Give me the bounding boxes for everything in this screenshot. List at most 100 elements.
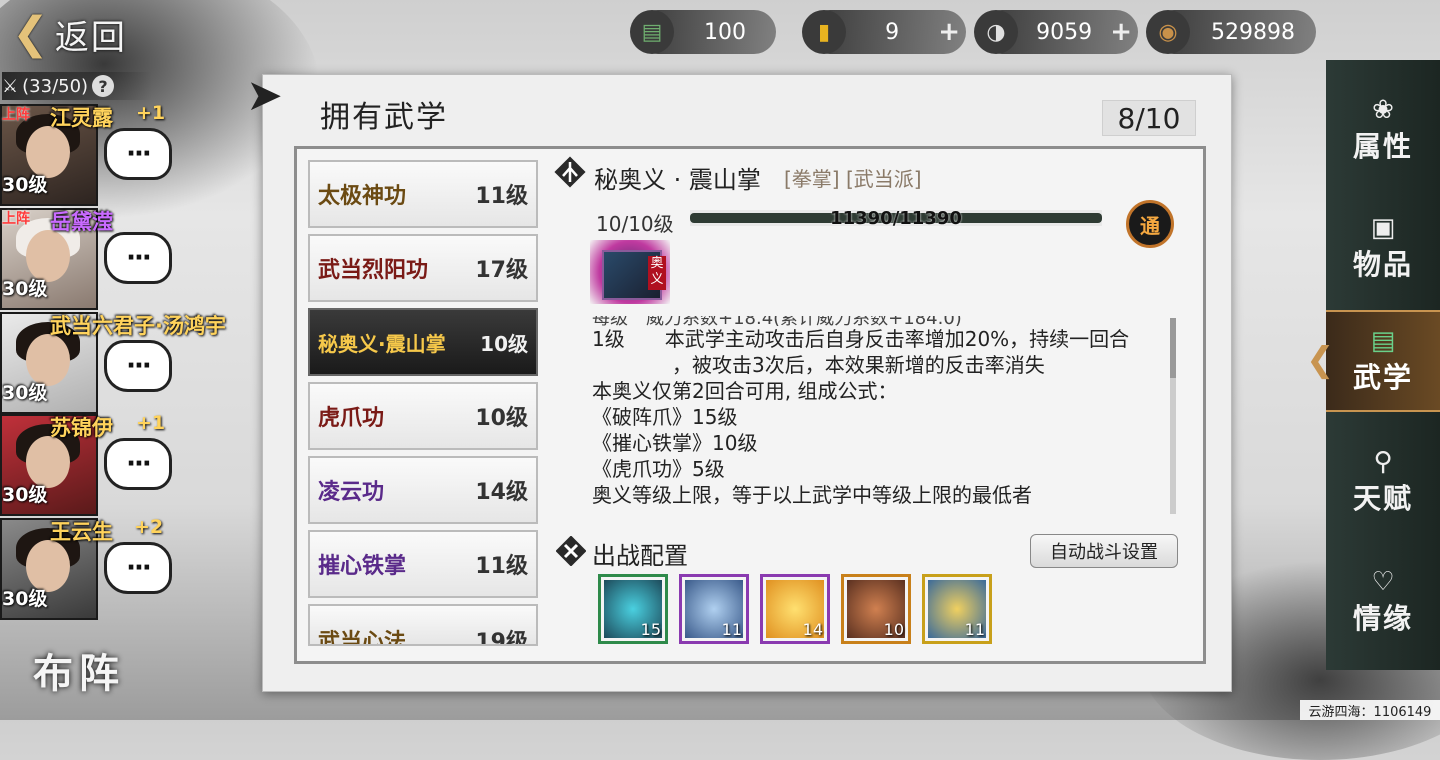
skill-list-item[interactable]: 凌云功 14级 bbox=[308, 456, 538, 524]
currency-silver: ◑ 9059 + bbox=[974, 10, 1138, 54]
nav-label: 情缘 bbox=[1352, 602, 1413, 635]
auto-battle-settings-button[interactable]: 自动战斗设置 bbox=[1030, 534, 1178, 568]
skill-level-progress: 10/10级 bbox=[596, 212, 674, 236]
dart-decoration-icon: ➤ bbox=[246, 70, 283, 121]
hero-card[interactable]: 上阵 岳黛滢 30级 ··· bbox=[0, 204, 270, 310]
desc-line: 《虎爪功》5级 bbox=[592, 457, 725, 481]
gold-bar-icon: ▮ bbox=[802, 10, 846, 54]
desc-line: ，被攻击3次后，本效果新增的反击率消失 bbox=[592, 353, 1045, 377]
coin-icon: ◉ bbox=[1146, 10, 1190, 54]
nav-relationships[interactable]: ♡ 情缘 bbox=[1326, 560, 1440, 644]
chat-bubble-icon[interactable]: ··· bbox=[104, 438, 172, 490]
skill-level: 11级 bbox=[475, 184, 528, 209]
chat-bubble-icon[interactable]: ··· bbox=[104, 128, 172, 180]
on-team-badge: 上阵 bbox=[2, 211, 30, 227]
skill-name: 太极神功 bbox=[318, 184, 407, 209]
breakthrough-button[interactable]: 通 bbox=[1126, 200, 1174, 248]
add-gold-button[interactable]: + bbox=[938, 17, 960, 47]
nav-martial-arts[interactable]: ▤ 武学 bbox=[1326, 310, 1440, 412]
skill-level: 10级 bbox=[480, 331, 528, 356]
party-icon: ⚔ bbox=[2, 75, 19, 97]
hero-name: 岳黛滢 bbox=[50, 210, 113, 234]
hero-card[interactable]: 上阵 江灵露 +1 30级 ··· bbox=[0, 100, 270, 206]
back-button[interactable]: ❮ 返回 bbox=[12, 6, 182, 62]
panel-title: 拥有武学 bbox=[320, 100, 448, 135]
battle-skill-slot[interactable]: 14 bbox=[760, 574, 830, 644]
currency-gold: ▮ 9 + bbox=[802, 10, 966, 54]
slot-level: 11 bbox=[721, 620, 742, 639]
nav-talents[interactable]: ⚲ 天赋 bbox=[1326, 440, 1440, 524]
chat-bubble-icon[interactable]: ··· bbox=[104, 232, 172, 284]
skill-level: 10级 bbox=[475, 406, 528, 431]
back-label: 返回 bbox=[54, 17, 127, 58]
hero-card[interactable]: 王云生 +2 30级 ··· bbox=[0, 514, 270, 620]
hero-level: 30级 bbox=[2, 382, 48, 404]
heart-icon: ♡ bbox=[1371, 567, 1395, 597]
slot-level: 10 bbox=[883, 620, 904, 639]
book-icon: ▤ bbox=[1370, 326, 1396, 356]
description-scrollbar[interactable] bbox=[1170, 318, 1176, 514]
skill-name: 凌云功 bbox=[318, 480, 385, 505]
skill-list-item[interactable]: 摧心铁掌 11级 bbox=[308, 530, 538, 598]
currency-value: 9059 bbox=[1036, 19, 1093, 45]
skill-list-item[interactable]: 武当心法 19级 bbox=[308, 604, 538, 646]
skill-level: 11级 bbox=[475, 554, 528, 579]
talent-tree-icon: ⚲ bbox=[1373, 447, 1393, 477]
nav-selected-arrow-icon: ❮ bbox=[1306, 340, 1335, 380]
skill-list-item[interactable]: 虎爪功 10级 bbox=[308, 382, 538, 450]
desc-line: 奥义等级上限，等于以上武学中等级上限的最低者 bbox=[592, 483, 1032, 507]
currency-value: 100 bbox=[704, 19, 746, 45]
ultimate-skill-icon[interactable]: 奥义 bbox=[590, 240, 670, 304]
battle-skill-slot[interactable]: 15 bbox=[598, 574, 668, 644]
nav-label: 天赋 bbox=[1352, 482, 1413, 515]
battle-config-title: 出战配置 bbox=[592, 542, 688, 570]
hero-bonus: +2 bbox=[134, 516, 164, 538]
skill-name: 虎爪功 bbox=[318, 406, 385, 431]
desc-line: 《破阵爪》15级 bbox=[592, 405, 738, 429]
skill-count: 8/10 bbox=[1102, 100, 1196, 136]
skill-tags: [拳掌] [武当派] bbox=[784, 167, 922, 191]
slot-level: 11 bbox=[964, 620, 985, 639]
hero-level: 30级 bbox=[2, 588, 48, 610]
battle-skill-slot[interactable]: 11 bbox=[922, 574, 992, 644]
hero-name: 江灵露 bbox=[50, 106, 113, 130]
hero-bonus: +1 bbox=[136, 412, 166, 434]
desc-cut-line: 每级 威力系数+18.4(累计威力系数+184.0) bbox=[592, 316, 1172, 326]
nav-label: 属性 bbox=[1352, 130, 1413, 163]
add-silver-button[interactable]: + bbox=[1110, 17, 1132, 47]
crossed-swords-icon bbox=[556, 536, 586, 566]
back-chevron-icon: ❮ bbox=[12, 8, 49, 59]
nav-attributes[interactable]: ❀ 属性 bbox=[1326, 88, 1440, 172]
hero-level: 30级 bbox=[2, 278, 48, 300]
ultimate-badge: 奥义 bbox=[648, 256, 666, 290]
watermark: 云游四海：1106149 bbox=[1300, 700, 1440, 720]
hero-card[interactable]: 武当六君子·汤鸿宇 30级 ··· bbox=[0, 308, 270, 414]
battle-skill-slot[interactable]: 10 bbox=[841, 574, 911, 644]
skill-list-item[interactable]: 武当烈阳功 17级 bbox=[308, 234, 538, 302]
chat-bubble-icon[interactable]: ··· bbox=[104, 542, 172, 594]
desc-line: 1级 本武学主动攻击后自身反击率增加20%，持续一回合 bbox=[592, 327, 1130, 351]
slot-level: 15 bbox=[640, 620, 661, 639]
chat-bubble-icon[interactable]: ··· bbox=[104, 340, 172, 392]
on-team-badge: 上阵 bbox=[2, 107, 30, 123]
battle-skill-slot[interactable]: 11 bbox=[679, 574, 749, 644]
silver-ingot-icon: ◑ bbox=[974, 10, 1018, 54]
hero-card[interactable]: 苏锦伊 +1 30级 ··· bbox=[0, 410, 270, 516]
currency-stamina: ▤ 100 bbox=[630, 10, 776, 54]
skill-list-item[interactable]: 太极神功 11级 bbox=[308, 160, 538, 228]
scrollbar-thumb[interactable] bbox=[1170, 318, 1176, 378]
formation-button[interactable]: 布阵 bbox=[4, 630, 154, 710]
help-icon[interactable]: ? bbox=[92, 75, 115, 97]
slot-level: 14 bbox=[802, 620, 823, 639]
desc-line: 《摧心铁掌》10级 bbox=[592, 431, 758, 455]
skill-list-item-selected[interactable]: 秘奥义·震山掌 10级 bbox=[308, 308, 538, 376]
skill-title: 秘奥义 · 震山掌 bbox=[594, 166, 761, 194]
party-count-text: (33/50) bbox=[22, 75, 89, 97]
hero-name: 苏锦伊 bbox=[50, 416, 113, 440]
hero-level: 30级 bbox=[2, 484, 48, 506]
flower-icon: ❀ bbox=[1372, 95, 1394, 125]
nav-items[interactable]: ▣ 物品 bbox=[1326, 206, 1440, 290]
skill-name: 武当心法 bbox=[318, 630, 407, 646]
party-count: ⚔ (33/50) ? bbox=[2, 72, 152, 100]
skill-name: 秘奥义·震山掌 bbox=[318, 331, 446, 356]
